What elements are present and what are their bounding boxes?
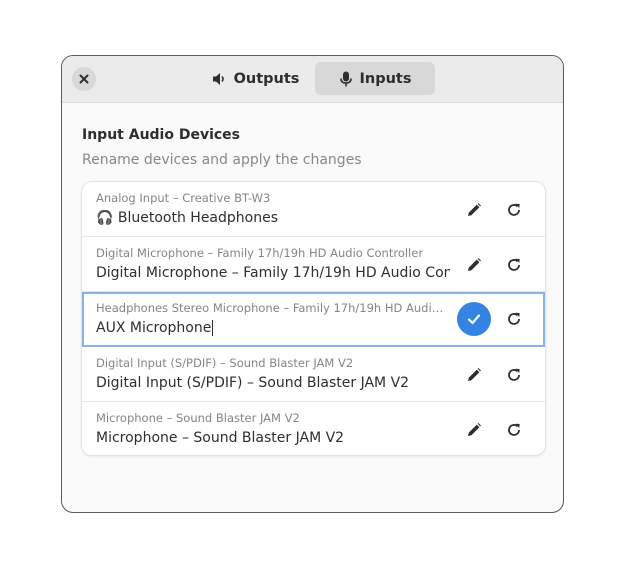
device-row: Microphone – Sound Blaster JAM V2 Microp… [82,402,545,457]
device-name-text: Digital Input (S/PDIF) – Sound Blaster J… [96,375,410,391]
settings-window: Outputs Inputs Input Audio Devices Renam… [61,55,564,513]
device-original-name: Headphones Stereo Microphone – Family 17… [96,301,450,315]
device-name-text: Digital Microphone – Family 17h/19h HD A… [96,265,450,281]
edit-button[interactable] [457,358,491,392]
device-name-field[interactable]: Digital Microphone – Family 17h/19h HD A… [96,265,450,281]
refresh-icon [506,257,522,273]
device-list: Analog Input – Creative BT-W3 🎧 Bluetoot… [82,182,545,455]
speaker-icon [211,71,227,87]
checkmark-icon [466,311,482,327]
microphone-icon [339,71,353,87]
reset-button[interactable] [497,248,531,282]
device-name-text: Microphone – Sound Blaster JAM V2 [96,430,345,446]
tab-inputs[interactable]: Inputs [315,62,435,95]
tab-outputs-label: Outputs [233,70,300,87]
pencil-icon [466,202,482,218]
device-name-text: AUX Microphone [96,320,212,336]
pencil-icon [466,257,482,273]
device-name-input[interactable]: AUX Microphone [96,320,450,336]
reset-button[interactable] [497,193,531,227]
text-cursor [212,320,214,336]
device-row-editing: Headphones Stereo Microphone – Family 17… [82,292,545,347]
headerbar: Outputs Inputs [62,56,563,103]
edit-button[interactable] [457,193,491,227]
device-row: Analog Input – Creative BT-W3 🎧 Bluetoot… [82,182,545,237]
device-row: Digital Input (S/PDIF) – Sound Blaster J… [82,347,545,402]
reset-button[interactable] [497,302,531,336]
device-name-text: 🎧 Bluetooth Headphones [96,210,279,226]
device-row: Digital Microphone – Family 17h/19h HD A… [82,237,545,292]
refresh-icon [506,202,522,218]
refresh-icon [506,422,522,438]
pencil-icon [466,422,482,438]
device-original-name: Analog Input – Creative BT-W3 [96,191,271,205]
edit-button[interactable] [457,248,491,282]
page-title: Input Audio Devices [82,127,241,143]
main-content: Input Audio Devices Rename devices and a… [82,102,545,512]
edit-button[interactable] [457,413,491,447]
close-icon [79,74,89,84]
device-name-field[interactable]: 🎧 Bluetooth Headphones [96,210,450,226]
device-original-name: Digital Input (S/PDIF) – Sound Blaster J… [96,356,354,370]
refresh-icon [506,311,522,327]
pencil-icon [466,367,482,383]
page-subtitle: Rename devices and apply the changes [82,152,362,168]
device-original-name: Digital Microphone – Family 17h/19h HD A… [96,246,424,260]
device-name-field[interactable]: Microphone – Sound Blaster JAM V2 [96,430,450,446]
tab-inputs-label: Inputs [359,70,412,87]
tab-outputs[interactable]: Outputs [196,62,314,95]
apply-button[interactable] [457,302,491,336]
device-original-name: Microphone – Sound Blaster JAM V2 [96,411,300,425]
reset-button[interactable] [497,413,531,447]
reset-button[interactable] [497,358,531,392]
device-name-field[interactable]: Digital Input (S/PDIF) – Sound Blaster J… [96,375,450,391]
refresh-icon [506,367,522,383]
close-button[interactable] [72,67,96,91]
